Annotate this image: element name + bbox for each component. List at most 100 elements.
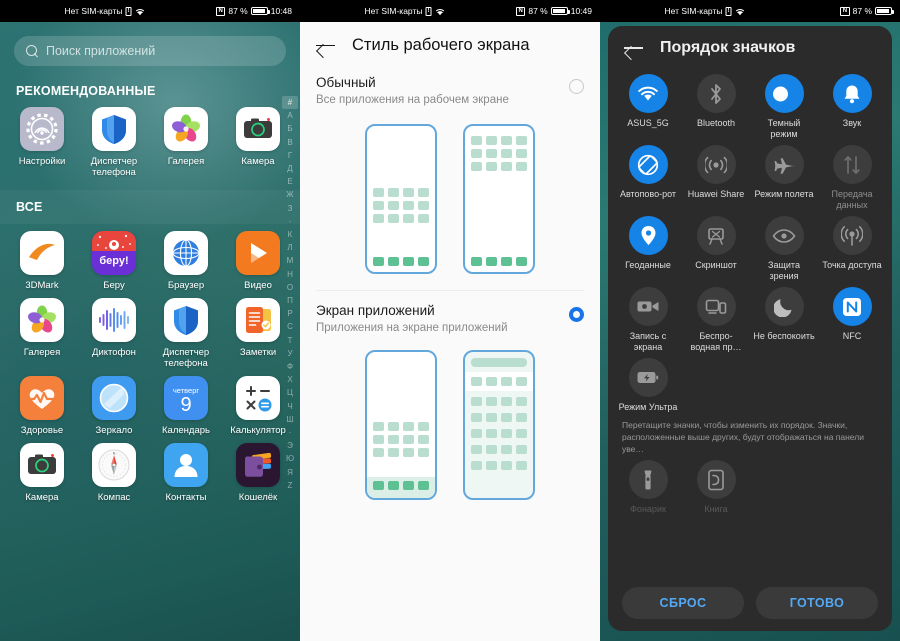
flashlight-icon[interactable] xyxy=(628,460,668,499)
dark-mode-icon[interactable] xyxy=(764,74,804,113)
ereader-icon[interactable] xyxy=(696,460,736,499)
auto-rotate-icon[interactable] xyxy=(628,145,668,184)
data-transfer-icon[interactable] xyxy=(832,145,872,184)
app-item-mirror[interactable]: Зеркало xyxy=(78,369,150,436)
reset-button[interactable]: СБРОС xyxy=(622,587,744,619)
app-item-3dmark[interactable]: 3DMark xyxy=(6,224,78,291)
nfc-icon[interactable] xyxy=(832,287,872,326)
preview-icon-grid xyxy=(367,188,435,223)
toggle-ultra-power-saving[interactable]: Режим Ультра xyxy=(614,353,682,413)
location-pin-icon[interactable] xyxy=(628,216,668,255)
alpha-index-item[interactable]: О xyxy=(282,281,298,294)
alpha-index-item[interactable]: Ж xyxy=(282,188,298,201)
toggle-do-not-disturb[interactable]: Не беспокоить xyxy=(750,282,818,353)
hotspot-icon[interactable] xyxy=(832,216,872,255)
toggle-huawei-share[interactable]: Huawei Share xyxy=(682,140,750,211)
toggle-airplane-mode[interactable]: Режим полета xyxy=(750,140,818,211)
toggle-screen-record[interactable]: Запись с экрана xyxy=(614,282,682,353)
toggle-mobile-data[interactable]: Передача данных xyxy=(818,140,886,211)
toggle-ereader[interactable]: Книга xyxy=(682,455,750,515)
alpha-index-item[interactable]: Z xyxy=(282,479,298,492)
alpha-index-item[interactable]: Р xyxy=(282,307,298,320)
app-item-settings[interactable]: Настройки xyxy=(6,100,78,178)
screenshot-icon[interactable] xyxy=(696,216,736,255)
app-item-phone-manager-2[interactable]: Диспетчер телефона xyxy=(150,291,222,369)
alpha-index-item[interactable]: С xyxy=(282,320,298,333)
alpha-index-item[interactable]: З xyxy=(282,202,298,215)
app-item-health[interactable]: Здоровье xyxy=(6,369,78,436)
do-not-disturb-moon-icon[interactable] xyxy=(764,287,804,326)
option-row-app-drawer[interactable]: Экран приложений Приложения на экране пр… xyxy=(300,291,600,334)
toggle-location[interactable]: Геоданные xyxy=(614,211,682,282)
app-item-phone-manager[interactable]: Диспетчер телефона xyxy=(78,100,150,178)
app-item-beru[interactable]: беру! Беру xyxy=(78,224,150,291)
alpha-index-item[interactable]: Г xyxy=(282,149,298,162)
alphabet-index-scroller[interactable]: # А Б В Г Д Е Ж З · К Л М Н О П Р С Т У … xyxy=(282,96,298,492)
alpha-index-item[interactable]: М xyxy=(282,254,298,267)
alpha-index-item[interactable]: Ц xyxy=(282,386,298,399)
radio-standard[interactable] xyxy=(569,79,584,94)
status-bar-left: Нет SIM-карты ! xyxy=(665,6,746,16)
contacts-person-icon xyxy=(164,443,208,487)
alpha-index-item[interactable]: Т xyxy=(282,334,298,347)
alpha-index-item[interactable]: Я xyxy=(282,466,298,479)
toggle-hotspot[interactable]: Точка доступа xyxy=(818,211,886,282)
bluetooth-icon[interactable] xyxy=(696,74,736,113)
alpha-index-item[interactable]: П xyxy=(282,294,298,307)
radio-app-drawer[interactable] xyxy=(569,307,584,322)
ultra-power-saving-icon[interactable] xyxy=(628,358,668,397)
app-item-gallery[interactable]: Галерея xyxy=(150,100,222,178)
toggle-flashlight[interactable]: Фонарик xyxy=(614,455,682,515)
alpha-index-item[interactable]: · xyxy=(282,426,298,439)
alpha-index-item[interactable]: Н xyxy=(282,268,298,281)
alpha-index-item[interactable]: Е xyxy=(282,175,298,188)
wifi-icon[interactable] xyxy=(628,74,668,113)
alpha-index-item[interactable]: Ш xyxy=(282,413,298,426)
app-item-contacts[interactable]: Контакты xyxy=(150,436,222,503)
alpha-index-item[interactable]: Х xyxy=(282,373,298,386)
app-item-gallery-2[interactable]: Галерея xyxy=(6,291,78,369)
alpha-index-item[interactable]: Ф xyxy=(282,360,298,373)
airplane-icon[interactable] xyxy=(764,145,804,184)
alpha-index-item[interactable]: Ч xyxy=(282,400,298,413)
app-item-browser[interactable]: Браузер xyxy=(150,224,222,291)
app-item-calendar[interactable]: четверг 9 Календарь xyxy=(150,369,222,436)
app-item-camera-2[interactable]: Камера xyxy=(6,436,78,503)
search-placeholder: Поиск приложений xyxy=(46,44,156,58)
sound-bell-icon[interactable] xyxy=(832,74,872,113)
toggle-wifi[interactable]: ASUS_5G xyxy=(614,69,682,140)
toggle-screenshot[interactable]: Скриншот xyxy=(682,211,750,282)
back-arrow-icon[interactable] xyxy=(624,40,644,56)
toggle-wireless-projection[interactable]: Беспро-водная пр… xyxy=(682,282,750,353)
alpha-index-item[interactable]: Э xyxy=(282,439,298,452)
back-arrow-icon[interactable] xyxy=(316,38,336,54)
app-item-compass[interactable]: N Компас xyxy=(78,436,150,503)
alpha-index-item[interactable]: У xyxy=(282,347,298,360)
eye-comfort-icon[interactable] xyxy=(764,216,804,255)
toggle-nfc[interactable]: NFC xyxy=(818,282,886,353)
alpha-index-item[interactable]: А xyxy=(282,109,298,122)
search-input[interactable]: Поиск приложений xyxy=(14,36,286,66)
toggle-auto-rotate[interactable]: Автопово-рот xyxy=(614,140,682,211)
alpha-index-item[interactable]: Ю xyxy=(282,452,298,465)
alpha-index-item[interactable]: # xyxy=(282,96,298,110)
done-button[interactable]: ГОТОВО xyxy=(756,587,878,619)
screen-record-icon[interactable] xyxy=(628,287,668,326)
sim-card-icon: ! xyxy=(725,6,732,16)
huawei-share-icon[interactable] xyxy=(696,145,736,184)
app-label: Диктофон xyxy=(92,347,136,358)
option-row-standard[interactable]: Обычный Все приложения на рабочем экране xyxy=(300,65,600,106)
toggle-eye-comfort[interactable]: Защита зрения xyxy=(750,211,818,282)
alpha-index-item[interactable]: В xyxy=(282,136,298,149)
alpha-index-item[interactable]: · xyxy=(282,215,298,228)
app-label: Галерея xyxy=(167,156,205,167)
alpha-index-item[interactable]: К xyxy=(282,228,298,241)
toggle-bluetooth[interactable]: Bluetooth xyxy=(682,69,750,140)
alpha-index-item[interactable]: Д xyxy=(282,162,298,175)
toggle-dark-mode[interactable]: Темный режим xyxy=(750,69,818,140)
alpha-index-item[interactable]: Б xyxy=(282,122,298,135)
wireless-projection-icon[interactable] xyxy=(696,287,736,326)
alpha-index-item[interactable]: Л xyxy=(282,241,298,254)
app-item-recorder[interactable]: Диктофон xyxy=(78,291,150,369)
toggle-sound[interactable]: Звук xyxy=(818,69,886,140)
